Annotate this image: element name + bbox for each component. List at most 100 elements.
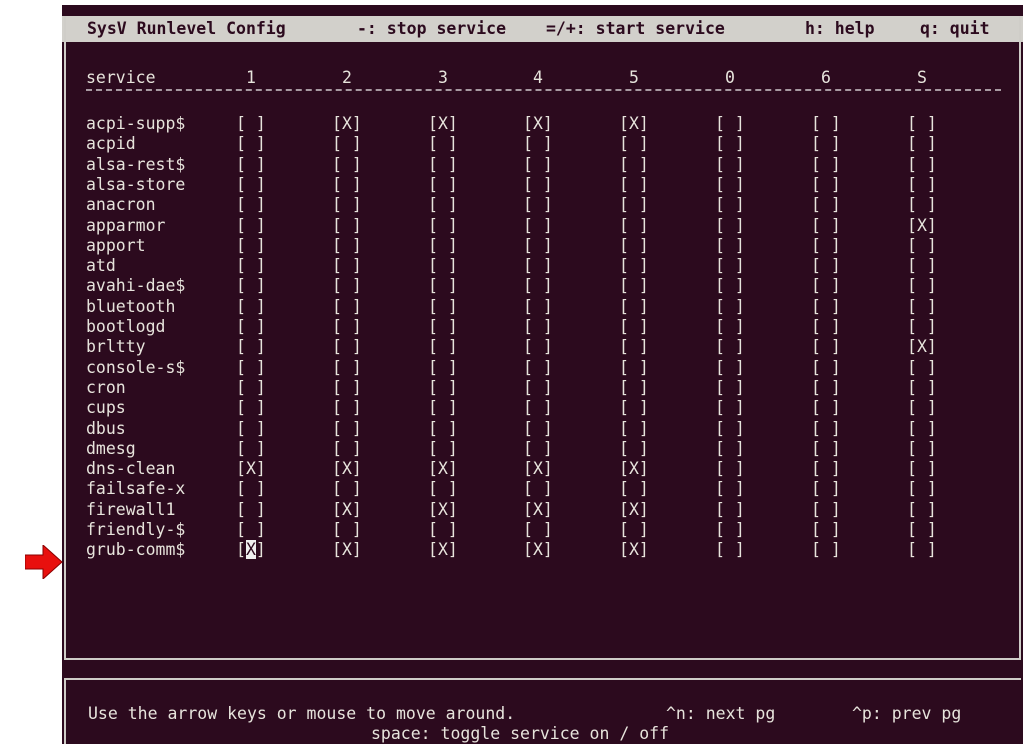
runlevel-checkbox[interactable]: [ ] xyxy=(236,520,266,540)
runlevel-checkbox[interactable]: [X] xyxy=(523,500,553,520)
runlevel-checkbox[interactable]: [ ] xyxy=(619,134,649,154)
runlevel-checkbox[interactable]: [ ] xyxy=(619,297,649,317)
runlevel-checkbox[interactable]: [ ] xyxy=(332,378,362,398)
runlevel-checkbox[interactable]: [ ] xyxy=(715,276,745,296)
runlevel-checkbox[interactable]: [ ] xyxy=(428,256,458,276)
runlevel-checkbox[interactable]: [X] xyxy=(619,114,649,134)
runlevel-checkbox[interactable]: [ ] xyxy=(907,378,937,398)
runlevel-checkbox[interactable]: [ ] xyxy=(523,155,553,175)
runlevel-checkbox[interactable]: [ ] xyxy=(619,155,649,175)
runlevel-checkbox[interactable]: [ ] xyxy=(619,439,649,459)
runlevel-checkbox[interactable]: [X] xyxy=(523,114,553,134)
runlevel-checkbox[interactable]: [X] xyxy=(428,459,458,479)
runlevel-checkbox[interactable]: [ ] xyxy=(428,155,458,175)
runlevel-checkbox[interactable]: [X] xyxy=(332,500,362,520)
runlevel-checkbox[interactable]: [ ] xyxy=(907,479,937,499)
runlevel-checkbox[interactable]: [ ] xyxy=(332,256,362,276)
runlevel-checkbox[interactable]: [ ] xyxy=(619,479,649,499)
runlevel-checkbox[interactable]: [X] xyxy=(523,540,553,560)
runlevel-checkbox[interactable]: [ ] xyxy=(428,419,458,439)
runlevel-checkbox[interactable]: [ ] xyxy=(619,317,649,337)
runlevel-checkbox[interactable]: [X] xyxy=(236,459,266,479)
runlevel-checkbox[interactable]: [ ] xyxy=(236,236,266,256)
runlevel-checkbox[interactable]: [ ] xyxy=(715,419,745,439)
runlevel-checkbox[interactable]: [ ] xyxy=(619,216,649,236)
runlevel-checkbox[interactable]: [ ] xyxy=(236,134,266,154)
runlevel-checkbox[interactable]: [ ] xyxy=(428,134,458,154)
runlevel-checkbox[interactable]: [ ] xyxy=(428,378,458,398)
runlevel-checkbox[interactable]: [ ] xyxy=(332,337,362,357)
runlevel-checkbox[interactable]: [ ] xyxy=(715,195,745,215)
runlevel-checkbox[interactable]: [ ] xyxy=(907,358,937,378)
runlevel-checkbox[interactable]: [ ] xyxy=(332,317,362,337)
runlevel-checkbox[interactable]: [ ] xyxy=(428,297,458,317)
runlevel-checkbox[interactable]: [ ] xyxy=(332,216,362,236)
runlevel-checkbox[interactable]: [ ] xyxy=(428,175,458,195)
runlevel-checkbox[interactable]: [ ] xyxy=(715,216,745,236)
runlevel-checkbox[interactable]: [ ] xyxy=(523,378,553,398)
runlevel-checkbox[interactable]: [ ] xyxy=(907,134,937,154)
runlevel-checkbox[interactable]: [ ] xyxy=(332,134,362,154)
runlevel-checkbox[interactable]: [ ] xyxy=(428,439,458,459)
runlevel-checkbox[interactable]: [ ] xyxy=(907,297,937,317)
runlevel-checkbox[interactable]: [ ] xyxy=(236,358,266,378)
runlevel-checkbox[interactable]: [ ] xyxy=(811,256,841,276)
runlevel-checkbox-focused[interactable]: [X] xyxy=(236,540,266,560)
runlevel-checkbox[interactable]: [ ] xyxy=(811,337,841,357)
runlevel-checkbox[interactable]: [ ] xyxy=(428,236,458,256)
runlevel-checkbox[interactable]: [ ] xyxy=(236,419,266,439)
runlevel-checkbox[interactable]: [ ] xyxy=(907,398,937,418)
runlevel-checkbox[interactable]: [ ] xyxy=(715,500,745,520)
runlevel-checkbox[interactable]: [ ] xyxy=(811,114,841,134)
runlevel-checkbox[interactable]: [ ] xyxy=(523,520,553,540)
runlevel-checkbox[interactable]: [ ] xyxy=(523,297,553,317)
runlevel-checkbox[interactable]: [ ] xyxy=(907,439,937,459)
runlevel-checkbox[interactable]: [ ] xyxy=(715,236,745,256)
runlevel-checkbox[interactable]: [ ] xyxy=(523,195,553,215)
runlevel-checkbox[interactable]: [ ] xyxy=(715,297,745,317)
runlevel-checkbox[interactable]: [X] xyxy=(619,540,649,560)
runlevel-checkbox[interactable]: [X] xyxy=(907,216,937,236)
runlevel-checkbox[interactable]: [ ] xyxy=(619,378,649,398)
runlevel-checkbox[interactable]: [ ] xyxy=(332,155,362,175)
runlevel-checkbox[interactable]: [ ] xyxy=(619,276,649,296)
runlevel-checkbox[interactable]: [ ] xyxy=(428,398,458,418)
runlevel-checkbox[interactable]: [ ] xyxy=(619,398,649,418)
runlevel-checkbox[interactable]: [ ] xyxy=(332,236,362,256)
runlevel-checkbox[interactable]: [X] xyxy=(523,459,553,479)
runlevel-checkbox[interactable]: [ ] xyxy=(236,175,266,195)
runlevel-checkbox[interactable]: [ ] xyxy=(428,276,458,296)
runlevel-checkbox[interactable]: [X] xyxy=(428,540,458,560)
runlevel-checkbox[interactable]: [ ] xyxy=(907,419,937,439)
runlevel-checkbox[interactable]: [ ] xyxy=(715,459,745,479)
runlevel-checkbox[interactable]: [ ] xyxy=(236,195,266,215)
runlevel-checkbox[interactable]: [ ] xyxy=(523,236,553,256)
runlevel-checkbox[interactable]: [ ] xyxy=(811,216,841,236)
runlevel-checkbox[interactable]: [ ] xyxy=(332,398,362,418)
runlevel-checkbox[interactable]: [ ] xyxy=(811,540,841,560)
runlevel-checkbox[interactable]: [ ] xyxy=(619,256,649,276)
runlevel-checkbox[interactable]: [ ] xyxy=(619,419,649,439)
runlevel-checkbox[interactable]: [ ] xyxy=(907,175,937,195)
runlevel-checkbox[interactable]: [ ] xyxy=(619,175,649,195)
runlevel-checkbox[interactable]: [X] xyxy=(428,500,458,520)
runlevel-checkbox[interactable]: [ ] xyxy=(715,155,745,175)
runlevel-checkbox[interactable]: [X] xyxy=(619,500,649,520)
runlevel-checkbox[interactable]: [ ] xyxy=(332,175,362,195)
runlevel-checkbox[interactable]: [ ] xyxy=(523,337,553,357)
runlevel-checkbox[interactable]: [ ] xyxy=(236,337,266,357)
runlevel-checkbox[interactable]: [ ] xyxy=(811,479,841,499)
runlevel-checkbox[interactable]: [ ] xyxy=(523,479,553,499)
runlevel-checkbox[interactable]: [ ] xyxy=(715,114,745,134)
runlevel-checkbox[interactable]: [ ] xyxy=(811,276,841,296)
runlevel-checkbox[interactable]: [ ] xyxy=(811,520,841,540)
footer-prev-page[interactable]: ^p: prev pg xyxy=(852,704,961,724)
runlevel-checkbox[interactable]: [ ] xyxy=(236,256,266,276)
runlevel-checkbox[interactable]: [ ] xyxy=(715,540,745,560)
runlevel-checkbox[interactable]: [ ] xyxy=(332,358,362,378)
runlevel-checkbox[interactable]: [ ] xyxy=(619,236,649,256)
runlevel-checkbox[interactable]: [ ] xyxy=(332,419,362,439)
runlevel-checkbox[interactable]: [ ] xyxy=(428,317,458,337)
runlevel-checkbox[interactable]: [ ] xyxy=(715,520,745,540)
runlevel-checkbox[interactable]: [ ] xyxy=(523,134,553,154)
